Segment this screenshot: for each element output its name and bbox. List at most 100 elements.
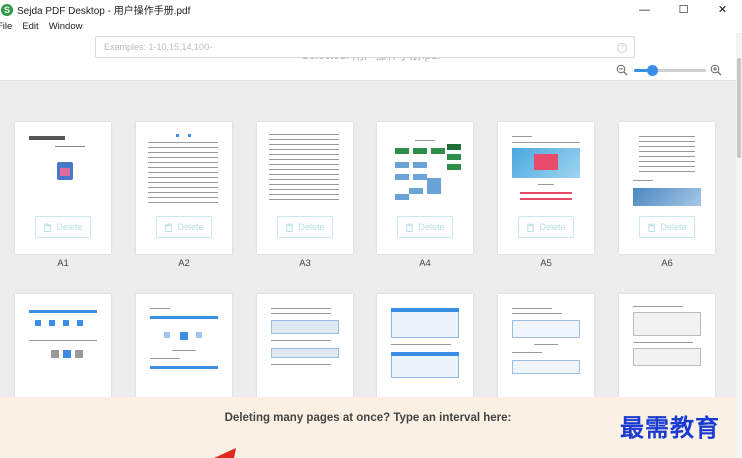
thumb-line (148, 152, 218, 153)
page-thumbnail[interactable]: Delete (619, 122, 715, 254)
thumb-line (148, 177, 218, 178)
thumb-line (148, 167, 218, 168)
menu-window[interactable]: Window (49, 21, 83, 32)
thumb-line (269, 164, 339, 165)
thumb-line (512, 142, 580, 143)
minimize-button[interactable]: — (625, 0, 664, 19)
thumb-line (633, 342, 693, 343)
delete-label: Delete (56, 222, 83, 232)
thumb-line (271, 313, 331, 314)
page-thumbnail[interactable]: Delete (257, 122, 353, 254)
interval-input[interactable] (95, 36, 635, 58)
delete-label: Delete (177, 222, 204, 232)
thumb-block (395, 148, 409, 154)
thumb-line (639, 171, 695, 172)
thumb-line (148, 197, 218, 198)
thumb-line (639, 161, 695, 162)
menu-file[interactable]: File (0, 21, 12, 32)
thumb-line (415, 140, 435, 141)
watermark-text: 最需教育 (620, 413, 720, 442)
trash-icon (648, 222, 656, 232)
thumb-line (269, 189, 339, 190)
thumb-line (148, 172, 218, 173)
thumb-line (633, 180, 653, 181)
thumb-line (148, 157, 218, 158)
delete-button[interactable]: Delete (35, 216, 91, 238)
vertical-scrollbar[interactable] (736, 33, 742, 458)
delete-button[interactable]: Delete (639, 216, 695, 238)
zoom-slider-thumb[interactable] (647, 65, 658, 76)
thumb-line (269, 159, 339, 160)
thumb-block (409, 188, 423, 194)
thumb-line (633, 306, 683, 307)
thumb-screenshot (271, 320, 339, 334)
thumb-screenshot (512, 320, 580, 338)
thumb-line (55, 146, 85, 147)
zoom-control (616, 64, 726, 78)
thumb-line (269, 184, 339, 185)
thumb-block (51, 350, 59, 358)
thumb-block (413, 162, 427, 168)
trash-icon (527, 222, 535, 232)
thumb-line (29, 340, 97, 341)
thumb-title (29, 136, 65, 140)
thumb-line (269, 134, 339, 135)
thumb-screenshot (391, 308, 459, 338)
thumb-block (35, 320, 41, 326)
delete-button[interactable]: Delete (277, 216, 333, 238)
delete-button[interactable]: Delete (156, 216, 212, 238)
zoom-in-icon[interactable] (710, 64, 722, 76)
thumb-block (395, 162, 409, 168)
help-icon[interactable]: ? (617, 43, 627, 53)
delete-label: Delete (418, 222, 445, 232)
thumb-line (512, 352, 542, 353)
thumb-line (391, 344, 451, 345)
thumb-screenshot (271, 348, 339, 358)
thumb-block (391, 308, 459, 312)
thumb-line (639, 156, 695, 157)
maximize-button[interactable]: ☐ (664, 0, 703, 19)
menu-bar: File Edit Window (0, 19, 742, 33)
page-thumbnail[interactable]: Delete (15, 122, 111, 254)
thumb-block (447, 164, 461, 170)
zoom-out-icon[interactable] (616, 64, 628, 76)
delete-button[interactable]: Delete (397, 216, 453, 238)
delete-label: Delete (660, 222, 687, 232)
scrollbar-thumb[interactable] (737, 58, 741, 158)
thumb-line (512, 308, 552, 309)
delete-label: Delete (298, 222, 325, 232)
page-label: A3 (299, 258, 311, 269)
thumb-block (75, 350, 83, 358)
thumb-line (148, 187, 218, 188)
thumb-line (269, 154, 339, 155)
page-thumbnail[interactable]: Delete (498, 122, 594, 254)
thumb-line (269, 199, 339, 200)
thumb-line (639, 151, 695, 152)
thumb-line (148, 147, 218, 148)
menu-edit[interactable]: Edit (22, 21, 38, 32)
thumb-screenshot (534, 154, 558, 170)
thumb-block (427, 178, 441, 194)
delete-button[interactable]: Delete (518, 216, 574, 238)
thumb-line (639, 146, 695, 147)
thumb-line (269, 144, 339, 145)
page-label: A1 (57, 258, 69, 269)
page-thumbnail[interactable]: Delete (377, 122, 473, 254)
thumb-mark (188, 134, 191, 137)
thumb-line (639, 136, 695, 137)
thumb-block (520, 192, 572, 194)
page-thumbnail[interactable]: Delete (136, 122, 232, 254)
thumb-line (269, 194, 339, 195)
thumb-line (269, 174, 339, 175)
thumb-screenshot (633, 312, 701, 336)
trash-icon (165, 222, 173, 232)
trash-icon (286, 222, 294, 232)
close-button[interactable]: ✕ (703, 0, 742, 19)
thumb-block (395, 174, 409, 180)
page-label: A6 (661, 258, 673, 269)
thumb-block (164, 332, 170, 338)
red-arrow-annotation (214, 448, 236, 458)
thumb-line (148, 182, 218, 183)
thumb-line (538, 184, 554, 185)
zoom-slider[interactable] (634, 65, 706, 76)
